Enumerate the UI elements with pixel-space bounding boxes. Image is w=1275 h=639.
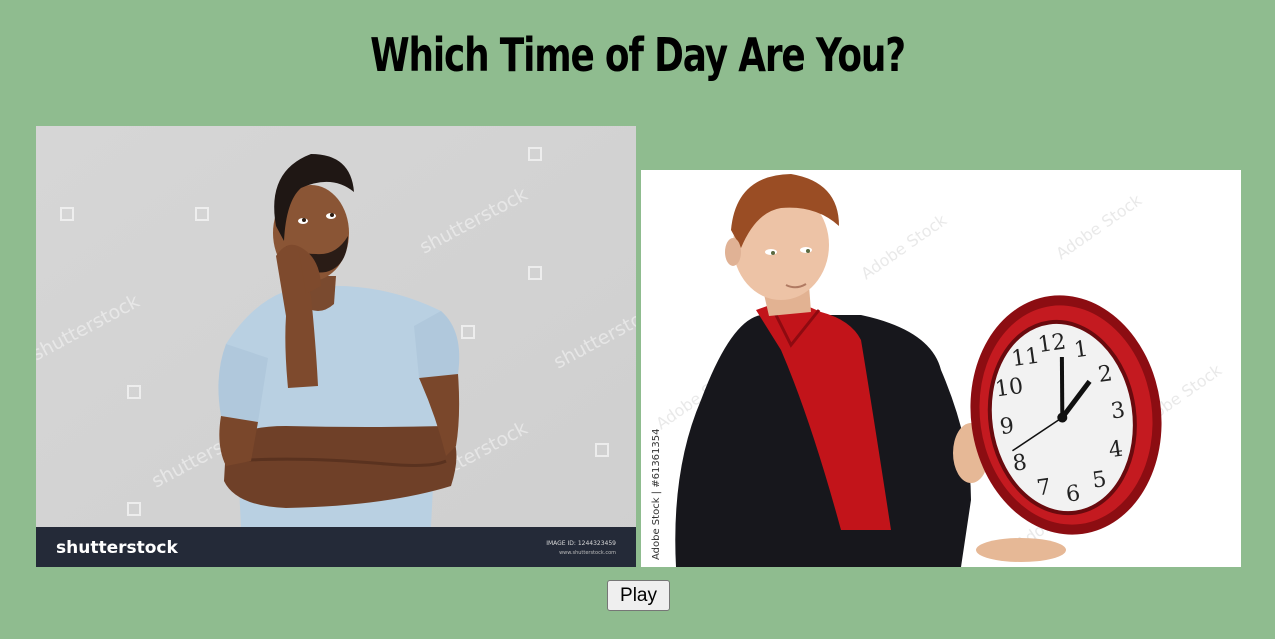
shutterstock-logo: shutterstock xyxy=(56,538,178,558)
image-id-label: IMAGE ID: 1244323459 xyxy=(546,540,616,547)
page-title: Which Time of Day Are You? xyxy=(370,28,906,82)
clock-number: 12 xyxy=(1036,329,1067,358)
option-thinking-man[interactable]: shutterstock shutterstock shutterstock s… xyxy=(36,126,636,567)
clock-number: 11 xyxy=(1010,343,1041,372)
site-label: www.shutterstock.com xyxy=(559,550,616,556)
man-with-clock-image: Adobe Stock Adobe Stock Adobe Stock Adob… xyxy=(641,170,1241,567)
adobe-credit: Adobe Stock | #61361354 xyxy=(651,429,662,561)
thinking-man-image: shutterstock shutterstock shutterstock s… xyxy=(36,126,636,567)
clock-number: 10 xyxy=(994,374,1025,403)
quiz-page: Which Time of Day Are You? shutterstock … xyxy=(0,0,1275,639)
play-button[interactable]: Play xyxy=(607,580,670,611)
option-man-with-clock[interactable]: Adobe Stock Adobe Stock Adobe Stock Adob… xyxy=(641,170,1241,567)
